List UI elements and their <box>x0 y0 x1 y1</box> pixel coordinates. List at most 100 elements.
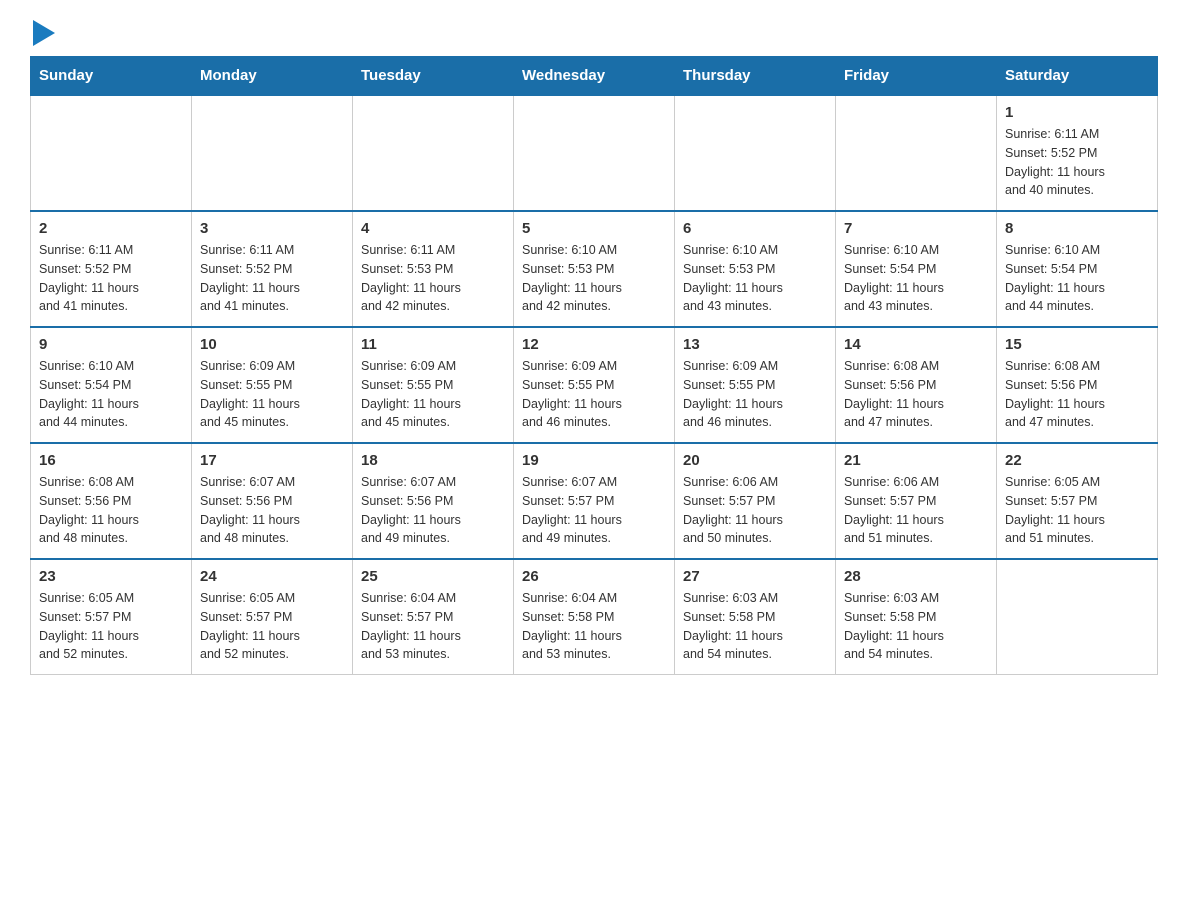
calendar-week-row: 1 Sunrise: 6:11 AMSunset: 5:52 PMDaylight… <box>31 95 1158 211</box>
day-info: Sunrise: 6:09 AMSunset: 5:55 PMDaylight:… <box>522 357 666 432</box>
day-number: 15 <box>1005 336 1149 353</box>
calendar-day-cell: 5 Sunrise: 6:10 AMSunset: 5:53 PMDaylight… <box>514 211 675 327</box>
day-info: Sunrise: 6:05 AMSunset: 5:57 PMDaylight:… <box>39 589 183 664</box>
day-number: 5 <box>522 220 666 237</box>
calendar-day-cell: 24 Sunrise: 6:05 AMSunset: 5:57 PMDayligh… <box>192 559 353 675</box>
day-info: Sunrise: 6:09 AMSunset: 5:55 PMDaylight:… <box>683 357 827 432</box>
day-info: Sunrise: 6:10 AMSunset: 5:53 PMDaylight:… <box>683 241 827 316</box>
day-number: 9 <box>39 336 183 353</box>
day-info: Sunrise: 6:05 AMSunset: 5:57 PMDaylight:… <box>200 589 344 664</box>
calendar-day-cell: 4 Sunrise: 6:11 AMSunset: 5:53 PMDaylight… <box>353 211 514 327</box>
calendar-day-cell: 12 Sunrise: 6:09 AMSunset: 5:55 PMDayligh… <box>514 327 675 443</box>
calendar-day-cell: 9 Sunrise: 6:10 AMSunset: 5:54 PMDaylight… <box>31 327 192 443</box>
calendar-day-cell: 23 Sunrise: 6:05 AMSunset: 5:57 PMDayligh… <box>31 559 192 675</box>
calendar-week-row: 2 Sunrise: 6:11 AMSunset: 5:52 PMDaylight… <box>31 211 1158 327</box>
page-header <box>30 20 1158 46</box>
logo-icon <box>33 20 55 46</box>
day-number: 22 <box>1005 452 1149 469</box>
calendar-week-row: 23 Sunrise: 6:05 AMSunset: 5:57 PMDayligh… <box>31 559 1158 675</box>
calendar-day-cell: 2 Sunrise: 6:11 AMSunset: 5:52 PMDaylight… <box>31 211 192 327</box>
day-info: Sunrise: 6:04 AMSunset: 5:58 PMDaylight:… <box>522 589 666 664</box>
day-number: 6 <box>683 220 827 237</box>
day-number: 17 <box>200 452 344 469</box>
day-info: Sunrise: 6:04 AMSunset: 5:57 PMDaylight:… <box>361 589 505 664</box>
day-info: Sunrise: 6:09 AMSunset: 5:55 PMDaylight:… <box>361 357 505 432</box>
day-info: Sunrise: 6:11 AMSunset: 5:53 PMDaylight:… <box>361 241 505 316</box>
calendar-day-cell <box>997 559 1158 675</box>
calendar-day-cell: 28Sunrise: 6:03 AMSunset: 5:58 PMDayligh… <box>836 559 997 675</box>
day-info: Sunrise: 6:07 AMSunset: 5:56 PMDaylight:… <box>200 473 344 548</box>
day-info: Sunrise: 6:08 AMSunset: 5:56 PMDaylight:… <box>1005 357 1149 432</box>
day-info: Sunrise: 6:06 AMSunset: 5:57 PMDaylight:… <box>844 473 988 548</box>
day-number: 26 <box>522 568 666 585</box>
calendar-day-cell: 8 Sunrise: 6:10 AMSunset: 5:54 PMDaylight… <box>997 211 1158 327</box>
calendar-day-cell: 19 Sunrise: 6:07 AMSunset: 5:57 PMDayligh… <box>514 443 675 559</box>
day-number: 7 <box>844 220 988 237</box>
day-info: Sunrise: 6:08 AMSunset: 5:56 PMDaylight:… <box>39 473 183 548</box>
calendar-day-cell <box>514 95 675 211</box>
day-number: 27 <box>683 568 827 585</box>
calendar-day-header: Wednesday <box>514 57 675 96</box>
day-info: Sunrise: 6:10 AMSunset: 5:54 PMDaylight:… <box>844 241 988 316</box>
day-number: 10 <box>200 336 344 353</box>
calendar-day-cell: 21 Sunrise: 6:06 AMSunset: 5:57 PMDayligh… <box>836 443 997 559</box>
calendar-day-cell: 25Sunrise: 6:04 AMSunset: 5:57 PMDayligh… <box>353 559 514 675</box>
day-info: Sunrise: 6:07 AMSunset: 5:57 PMDaylight:… <box>522 473 666 548</box>
day-number: 13 <box>683 336 827 353</box>
day-info: Sunrise: 6:05 AMSunset: 5:57 PMDaylight:… <box>1005 473 1149 548</box>
calendar-table: SundayMondayTuesdayWednesdayThursdayFrid… <box>30 56 1158 675</box>
calendar-day-header: Monday <box>192 57 353 96</box>
calendar-day-cell: 13 Sunrise: 6:09 AMSunset: 5:55 PMDayligh… <box>675 327 836 443</box>
calendar-day-header: Tuesday <box>353 57 514 96</box>
calendar-week-row: 9 Sunrise: 6:10 AMSunset: 5:54 PMDaylight… <box>31 327 1158 443</box>
day-number: 24 <box>200 568 344 585</box>
calendar-day-cell <box>353 95 514 211</box>
calendar-day-cell: 15 Sunrise: 6:08 AMSunset: 5:56 PMDayligh… <box>997 327 1158 443</box>
day-info: Sunrise: 6:10 AMSunset: 5:54 PMDaylight:… <box>1005 241 1149 316</box>
day-number: 8 <box>1005 220 1149 237</box>
day-number: 23 <box>39 568 183 585</box>
day-info: Sunrise: 6:07 AMSunset: 5:56 PMDaylight:… <box>361 473 505 548</box>
calendar-day-cell: 11Sunrise: 6:09 AMSunset: 5:55 PMDayligh… <box>353 327 514 443</box>
calendar-day-cell: 6 Sunrise: 6:10 AMSunset: 5:53 PMDaylight… <box>675 211 836 327</box>
calendar-day-cell: 27 Sunrise: 6:03 AMSunset: 5:58 PMDayligh… <box>675 559 836 675</box>
calendar-day-cell: 3 Sunrise: 6:11 AMSunset: 5:52 PMDaylight… <box>192 211 353 327</box>
calendar-week-row: 16 Sunrise: 6:08 AMSunset: 5:56 PMDayligh… <box>31 443 1158 559</box>
day-number: 4 <box>361 220 505 237</box>
day-number: 28 <box>844 568 988 585</box>
day-number: 21 <box>844 452 988 469</box>
calendar-day-cell <box>192 95 353 211</box>
day-info: Sunrise: 6:10 AMSunset: 5:53 PMDaylight:… <box>522 241 666 316</box>
calendar-day-cell: 1 Sunrise: 6:11 AMSunset: 5:52 PMDaylight… <box>997 95 1158 211</box>
calendar-day-cell: 18 Sunrise: 6:07 AMSunset: 5:56 PMDayligh… <box>353 443 514 559</box>
calendar-day-cell: 14 Sunrise: 6:08 AMSunset: 5:56 PMDayligh… <box>836 327 997 443</box>
day-number: 2 <box>39 220 183 237</box>
day-info: Sunrise: 6:09 AMSunset: 5:55 PMDaylight:… <box>200 357 344 432</box>
day-number: 1 <box>1005 104 1149 121</box>
day-info: Sunrise: 6:08 AMSunset: 5:56 PMDaylight:… <box>844 357 988 432</box>
calendar-day-cell: 22 Sunrise: 6:05 AMSunset: 5:57 PMDayligh… <box>997 443 1158 559</box>
day-number: 18 <box>361 452 505 469</box>
day-info: Sunrise: 6:03 AMSunset: 5:58 PMDaylight:… <box>683 589 827 664</box>
day-number: 20 <box>683 452 827 469</box>
calendar-day-cell: 16 Sunrise: 6:08 AMSunset: 5:56 PMDayligh… <box>31 443 192 559</box>
calendar-day-cell: 20Sunrise: 6:06 AMSunset: 5:57 PMDayligh… <box>675 443 836 559</box>
day-info: Sunrise: 6:11 AMSunset: 5:52 PMDaylight:… <box>200 241 344 316</box>
calendar-day-cell: 26 Sunrise: 6:04 AMSunset: 5:58 PMDayligh… <box>514 559 675 675</box>
calendar-day-cell: 10 Sunrise: 6:09 AMSunset: 5:55 PMDayligh… <box>192 327 353 443</box>
day-number: 19 <box>522 452 666 469</box>
calendar-day-cell <box>836 95 997 211</box>
day-number: 16 <box>39 452 183 469</box>
calendar-day-cell: 17 Sunrise: 6:07 AMSunset: 5:56 PMDayligh… <box>192 443 353 559</box>
calendar-day-cell <box>675 95 836 211</box>
day-info: Sunrise: 6:11 AMSunset: 5:52 PMDaylight:… <box>1005 125 1149 200</box>
day-number: 3 <box>200 220 344 237</box>
day-info: Sunrise: 6:11 AMSunset: 5:52 PMDaylight:… <box>39 241 183 316</box>
day-info: Sunrise: 6:10 AMSunset: 5:54 PMDaylight:… <box>39 357 183 432</box>
logo <box>30 20 55 46</box>
calendar-day-cell <box>31 95 192 211</box>
day-number: 14 <box>844 336 988 353</box>
calendar-day-header: Thursday <box>675 57 836 96</box>
day-number: 12 <box>522 336 666 353</box>
calendar-day-cell: 7 Sunrise: 6:10 AMSunset: 5:54 PMDaylight… <box>836 211 997 327</box>
